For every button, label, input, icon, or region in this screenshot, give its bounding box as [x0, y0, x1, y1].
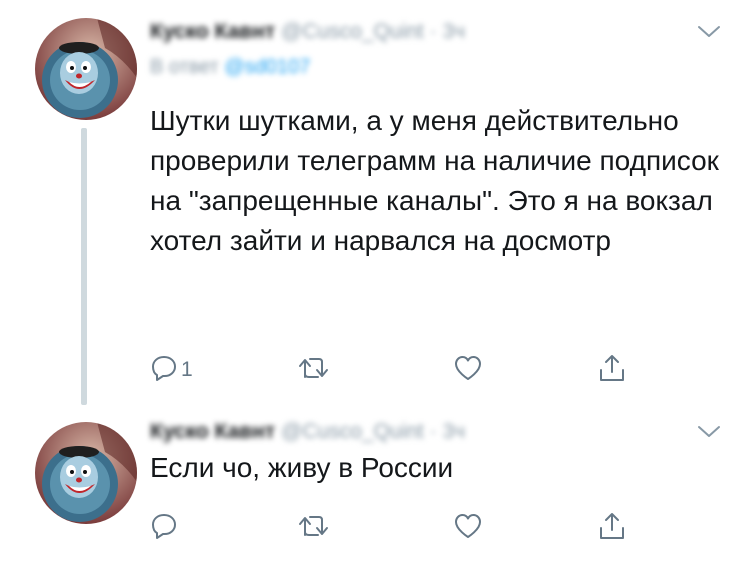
avatar[interactable] [35, 422, 137, 524]
like-button[interactable] [453, 350, 483, 386]
tweet[interactable]: Куско Кавнт @Cusco_Quint · 3ч В ответ @s… [0, 0, 750, 405]
tweet[interactable]: Куско Кавнт @Cusco_Quint · 3ч Если чо, ж… [0, 405, 750, 566]
like-icon [453, 354, 483, 382]
retweet-icon [298, 512, 330, 540]
retweet-button[interactable] [298, 350, 330, 386]
tweet-header: Куско Кавнт @Cusco_Quint · 3ч [150, 420, 465, 444]
share-icon [597, 353, 627, 383]
tweet-text: Шутки шутками, а у меня действительно пр… [150, 105, 727, 256]
author-handle[interactable]: @Cusco_Quint [281, 20, 424, 43]
reply-icon [150, 354, 178, 382]
tweet-timestamp[interactable]: 3ч [442, 420, 465, 443]
thread-connector-line [81, 128, 87, 405]
avatar[interactable] [35, 18, 137, 120]
reply-button[interactable]: 1 [150, 350, 193, 386]
separator: · [429, 20, 437, 43]
share-icon [597, 511, 627, 541]
like-button[interactable] [453, 508, 483, 544]
reply-label: В ответ [150, 56, 219, 78]
author-name[interactable]: Куско Кавнт [150, 420, 275, 443]
tweet-text: Если чо, живу в России [150, 452, 454, 483]
reply-mention-link[interactable]: @sd0107 [224, 56, 310, 78]
author-name[interactable]: Куско Кавнт [150, 20, 275, 43]
tweet-actions: 1 [150, 350, 650, 386]
retweet-icon [298, 354, 330, 382]
replying-to: В ответ @sd0107 [150, 56, 310, 79]
reply-button[interactable] [150, 508, 181, 544]
tweet-timestamp[interactable]: 3ч [442, 20, 465, 43]
separator: · [429, 420, 437, 443]
share-button[interactable] [597, 508, 627, 544]
tweet-header: Куско Кавнт @Cusco_Quint · 3ч [150, 20, 465, 44]
retweet-button[interactable] [298, 508, 330, 544]
reply-count: 1 [181, 358, 193, 381]
tweet-actions [150, 508, 650, 544]
like-icon [453, 512, 483, 540]
author-handle[interactable]: @Cusco_Quint [281, 420, 424, 443]
share-button[interactable] [597, 350, 627, 386]
chevron-down-icon[interactable] [696, 22, 722, 42]
reply-icon [150, 512, 178, 540]
chevron-down-icon[interactable] [696, 422, 722, 442]
